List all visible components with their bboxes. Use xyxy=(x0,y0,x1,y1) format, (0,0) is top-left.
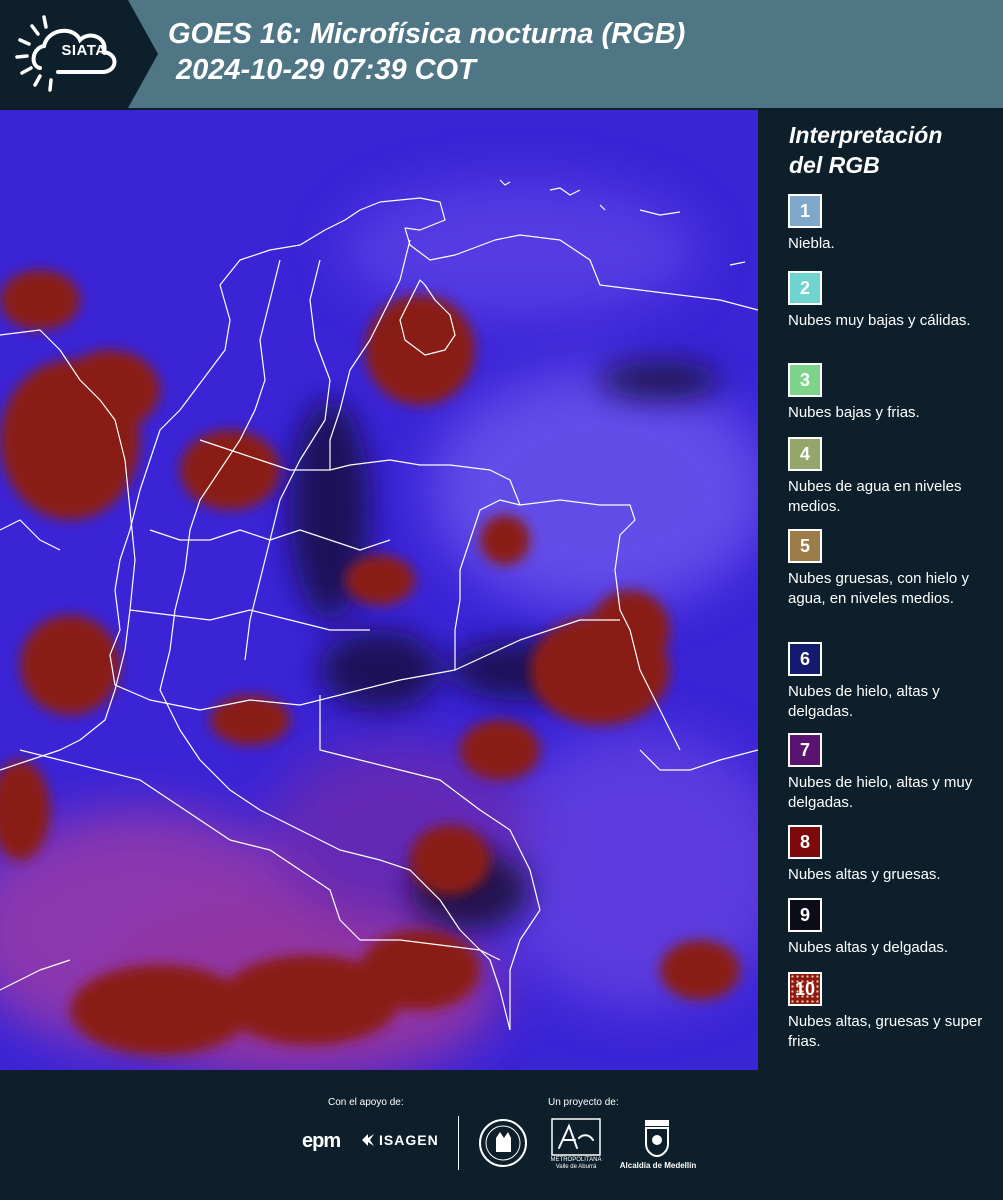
legend-swatch: 6 xyxy=(788,642,822,676)
legend-item-4: 4 Nubes de agua en niveles medios. xyxy=(788,437,993,517)
area-caption-line2: Valle de Aburrá xyxy=(555,1164,597,1170)
legend-label: Nubes muy bajas y cálidas. xyxy=(788,312,971,329)
support-label: Con el apoyo de: xyxy=(328,1097,404,1108)
legend-label: Niebla. xyxy=(788,235,835,252)
legend-item-2: 2 Nubes muy bajas y cálidas. xyxy=(788,271,993,331)
legend-item-1: 1 Niebla. xyxy=(788,194,993,254)
rgb-legend: Interpretación del RGB 1 Niebla. 2 Nubes… xyxy=(760,110,1003,1070)
legend-heading-line2: del RGB xyxy=(789,152,880,178)
area-metropolitana-logo[interactable] xyxy=(551,1118,601,1156)
legend-swatch: 5 xyxy=(788,529,822,563)
legend-swatch: 8 xyxy=(788,825,822,859)
isagen-logo[interactable]: ISAGEN xyxy=(360,1132,439,1148)
legend-label: Nubes altas, gruesas y super frias. xyxy=(788,1013,983,1050)
legend-item-7: 7 Nubes de hielo, altas y muy delgadas. xyxy=(788,733,993,813)
legend-item-5: 5 Nubes gruesas, con hielo y agua, en ni… xyxy=(788,529,993,609)
alcaldia-medellin-shield-icon[interactable] xyxy=(642,1118,672,1158)
footer: Con el apoyo de: Un proyecto de: epm ISA… xyxy=(0,1070,1003,1200)
epm-logo[interactable]: epm xyxy=(302,1130,341,1153)
legend-swatch: 10 xyxy=(788,972,822,1006)
legend-label: Nubes altas y delgadas. xyxy=(788,939,949,956)
legend-heading: Interpretación del RGB xyxy=(789,120,942,180)
legend-label: Nubes gruesas, con hielo y agua, en nive… xyxy=(788,570,969,607)
legend-swatch: 4 xyxy=(788,437,822,471)
page-title: GOES 16: Microfísica nocturna (RGB) 2024… xyxy=(168,16,685,88)
footer-divider xyxy=(458,1116,459,1170)
legend-item-6: 6 Nubes de hielo, altas y delgadas. xyxy=(788,642,993,722)
siata-logo[interactable]: SIATA xyxy=(0,0,158,108)
legend-label: Nubes de agua en niveles medios. xyxy=(788,478,962,515)
legend-swatch: 2 xyxy=(788,271,822,305)
area-metropolitana-caption: METROPOLITANA Valle de Aburrá xyxy=(548,1157,604,1171)
legend-swatch: 3 xyxy=(788,363,822,397)
university-seal-icon[interactable] xyxy=(478,1118,528,1168)
legend-item-8: 8 Nubes altas y gruesas. xyxy=(788,825,993,885)
legend-label: Nubes de hielo, altas y delgadas. xyxy=(788,683,940,720)
brand-name: SIATA xyxy=(61,42,107,59)
area-caption-line1: METROPOLITANA xyxy=(550,1157,602,1163)
legend-label: Nubes altas y gruesas. xyxy=(788,866,941,883)
title-product: GOES 16: Microfísica nocturna (RGB) xyxy=(168,18,686,50)
legend-heading-line1: Interpretación xyxy=(789,122,943,148)
legend-swatch: 9 xyxy=(788,898,822,932)
satellite-map[interactable] xyxy=(0,110,758,1070)
project-label: Un proyecto de: xyxy=(548,1097,619,1108)
title-timestamp: 2024-10-29 07:39 COT xyxy=(176,54,476,86)
isagen-label: ISAGEN xyxy=(379,1132,439,1148)
legend-swatch: 7 xyxy=(788,733,822,767)
legend-item-10: 10 Nubes altas, gruesas y super frias. xyxy=(788,972,993,1052)
alcaldia-medellin-label: Alcaldía de Medellín xyxy=(619,1161,697,1170)
satellite-image xyxy=(0,110,758,1070)
legend-label: Nubes bajas y frias. xyxy=(788,404,920,421)
header-bar: SIATA GOES 16: Microfísica nocturna (RGB… xyxy=(0,0,1003,108)
legend-item-9: 9 Nubes altas y delgadas. xyxy=(788,898,993,958)
legend-label: Nubes de hielo, altas y muy delgadas. xyxy=(788,774,973,811)
legend-item-3: 3 Nubes bajas y frias. xyxy=(788,363,993,423)
isagen-mark-icon xyxy=(362,1134,374,1146)
legend-swatch: 1 xyxy=(788,194,822,228)
